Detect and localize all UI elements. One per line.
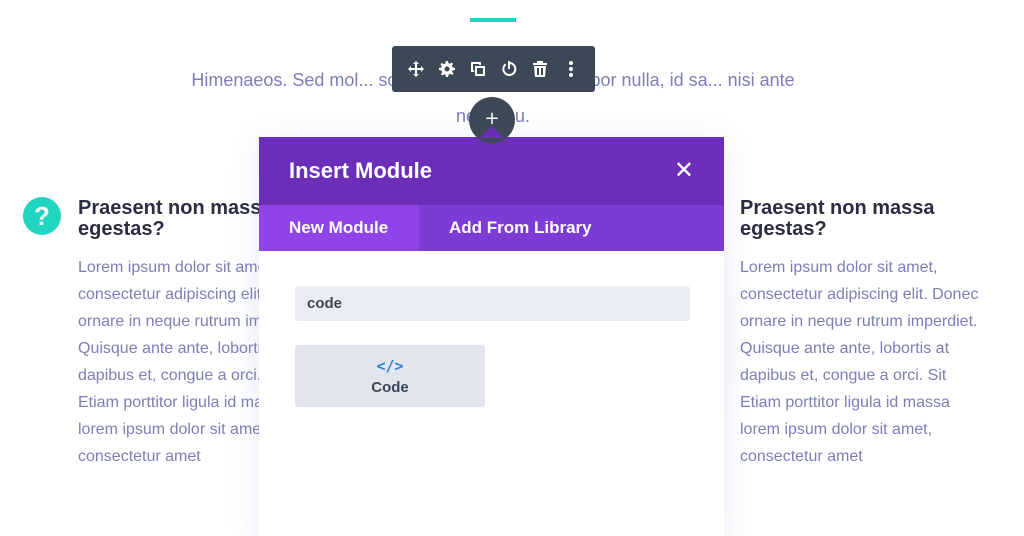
question-icon: ? (23, 197, 61, 235)
module-card-code[interactable]: </> Code (295, 345, 485, 407)
close-icon[interactable]: ✕ (674, 159, 694, 183)
modal-tabs: New Module Add From Library (259, 205, 724, 251)
tab-new-module[interactable]: New Module (259, 205, 419, 251)
tab-add-from-library[interactable]: Add From Library (419, 205, 622, 251)
modal-header: Insert Module ✕ (259, 137, 724, 205)
question-glyph: ? (34, 200, 50, 231)
tab-label: Add From Library (449, 218, 592, 237)
tab-label: New Module (289, 218, 389, 237)
insert-module-modal: Insert Module ✕ New Module Add From Libr… (259, 137, 724, 536)
accent-divider (470, 18, 516, 22)
feature-body: Lorem ipsum dolor sit amet, consectetur … (740, 259, 979, 465)
feature-title: Praesent non massa egestas? (740, 197, 935, 240)
power-icon[interactable] (496, 56, 522, 82)
trash-icon[interactable] (527, 56, 553, 82)
duplicate-icon[interactable] (465, 56, 491, 82)
modal-pointer (480, 126, 504, 138)
gear-icon[interactable] (434, 56, 460, 82)
feature-right: Praesent non massa egestas? Lorem ipsum … (740, 198, 990, 470)
more-icon[interactable] (558, 56, 584, 82)
module-label: Code (371, 378, 409, 396)
code-icon: </> (376, 356, 404, 375)
modal-title: Insert Module (289, 158, 433, 183)
move-icon[interactable] (403, 56, 429, 82)
module-toolbar (392, 46, 595, 92)
module-search-input[interactable] (295, 286, 690, 321)
